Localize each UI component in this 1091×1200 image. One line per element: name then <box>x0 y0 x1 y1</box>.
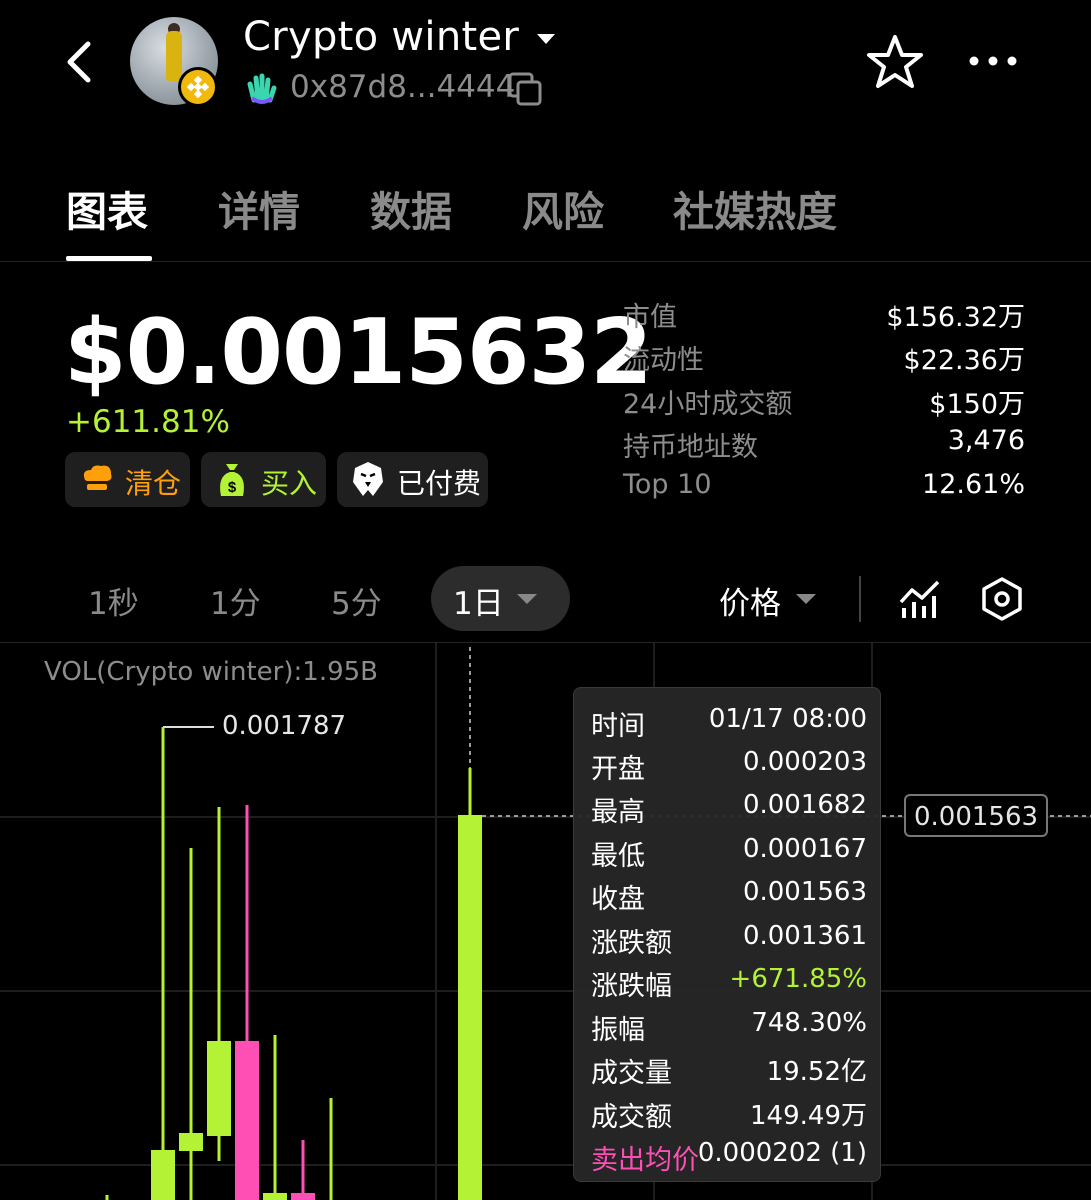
tooltip-row: 涨跌额 0.001361 <box>574 921 882 961</box>
liquidity-value: $22.36万 <box>903 345 1025 376</box>
eagle-icon <box>353 462 383 496</box>
crosshair-price-tag: 0.001563 <box>904 794 1048 837</box>
tooltip-value: 0.001361 <box>742 921 867 951</box>
crosshair-price-value: 0.001563 <box>913 802 1039 832</box>
tooltip-key: 最高 <box>591 797 645 828</box>
timeframe-1s[interactable]: 1秒 <box>88 578 139 623</box>
max-price-label: 0.001787 <box>222 711 347 741</box>
volume-24h-label: 24小时成交额 <box>623 389 793 420</box>
tooltip-value: 149.49万 <box>750 1101 867 1131</box>
price-change: +611.81% <box>66 404 230 440</box>
active-tab-indicator <box>66 256 152 261</box>
tooltip-row: 开盘 0.000203 <box>574 747 882 787</box>
buy-label: 买入 <box>261 467 318 500</box>
timeframe-1d-label: 1日 <box>453 586 504 622</box>
tooltip-value: +671.85% <box>729 964 867 994</box>
chart-canvas <box>0 643 1091 1200</box>
candlestick-chart[interactable]: VOL(Crypto winter):1.95B 0.001787 0.0015… <box>0 642 1091 1200</box>
tooltip-value: 0.001563 <box>742 877 867 907</box>
tooltip-row: 时间 01/17 08:00 <box>574 704 882 744</box>
token-title[interactable]: Crypto winter <box>243 14 519 60</box>
tab-social-heat[interactable]: 社媒热度 <box>673 178 837 238</box>
hand-wave-icon <box>247 73 277 104</box>
settings-icon[interactable] <box>980 576 1024 622</box>
tooltip-row: 振幅 748.30% <box>574 1008 882 1048</box>
copy-icon[interactable] <box>508 72 542 106</box>
back-button[interactable] <box>62 40 102 84</box>
holders-value: 3,476 <box>947 425 1025 456</box>
star-icon[interactable] <box>866 34 924 90</box>
current-price: $0.0015632 <box>64 300 653 405</box>
market-cap-label: 市值 <box>623 302 677 333</box>
candle <box>235 805 259 1200</box>
tooltip-value: 748.30% <box>751 1008 867 1038</box>
tooltip-value: 0.000202 (1) <box>697 1138 867 1168</box>
money-bag-icon: $ <box>220 464 244 496</box>
buy-button[interactable]: $ 买入 <box>201 452 326 507</box>
candle <box>207 807 231 1161</box>
timeframe-1m[interactable]: 1分 <box>210 578 261 623</box>
sell-all-button[interactable]: 清仓 <box>65 452 190 507</box>
tab-data[interactable]: 数据 <box>370 178 452 238</box>
tooltip-row: 收盘 0.001563 <box>574 877 882 917</box>
liquidity-label: 流动性 <box>623 345 704 376</box>
tooltip-key: 涨跌额 <box>591 928 672 959</box>
tooltip-key: 时间 <box>591 711 645 742</box>
tooltip-row: 成交额 149.49万 <box>574 1095 882 1135</box>
tooltip-key: 振幅 <box>591 1015 645 1046</box>
tooltip-key: 涨跌幅 <box>591 971 672 1002</box>
chef-hat-icon <box>83 465 112 490</box>
tooltip-row: 成交量 19.52亿 <box>574 1051 882 1091</box>
tooltip-key: 开盘 <box>591 754 645 785</box>
tab-bar: 图表 详情 数据 风险 社媒热度 <box>0 170 1091 262</box>
tooltip-value: 0.000167 <box>742 834 867 864</box>
svg-text:$: $ <box>228 479 237 496</box>
chevron-down-icon[interactable] <box>796 594 816 604</box>
volume-24h-value: $150万 <box>929 389 1025 420</box>
ohlc-tooltip: 时间 01/17 08:00 开盘 0.000203 最高 0.001682 最… <box>573 687 881 1182</box>
tooltip-value: 0.000203 <box>742 747 867 777</box>
tooltip-row: 最低 0.000167 <box>574 834 882 874</box>
holders-label: 持币地址数 <box>623 432 758 463</box>
candle <box>291 1140 315 1200</box>
divider <box>859 576 861 622</box>
tab-chart[interactable]: 图表 <box>66 178 148 238</box>
candle <box>151 727 175 1200</box>
tooltip-key: 成交额 <box>591 1102 672 1133</box>
tooltip-key: 卖出均价 <box>591 1145 699 1176</box>
tooltip-value: 0.001682 <box>742 790 867 820</box>
tooltip-key: 成交量 <box>591 1058 672 1089</box>
candle <box>263 1035 287 1200</box>
indicators-icon[interactable] <box>898 578 942 620</box>
contract-address: 0x87d8...4444 <box>290 69 516 105</box>
paid-label: 已付费 <box>397 467 482 500</box>
tooltip-row: 最高 0.001682 <box>574 790 882 830</box>
timeframe-1d-selector[interactable]: 1日 <box>431 566 570 631</box>
timeframe-5m[interactable]: 5分 <box>331 578 382 623</box>
bnb-chain-icon <box>178 67 218 107</box>
more-icon[interactable] <box>966 52 1020 70</box>
candle-selected <box>458 768 482 1200</box>
tooltip-row: 涨跌幅 +671.85% <box>574 964 882 1004</box>
sell-all-label: 清仓 <box>125 467 182 500</box>
tooltip-value: 19.52亿 <box>766 1057 867 1087</box>
chevron-left-icon <box>67 41 91 83</box>
volume-label: VOL(Crypto winter):1.95B <box>44 657 379 687</box>
top10-value: 12.61% <box>922 469 1025 500</box>
tooltip-value: 01/17 08:00 <box>708 704 867 734</box>
price-type-selector[interactable]: 价格 <box>719 578 781 623</box>
tooltip-key: 收盘 <box>591 884 645 915</box>
candle <box>179 848 203 1200</box>
title-dropdown-icon[interactable] <box>537 34 555 44</box>
top10-label: Top 10 <box>623 469 712 500</box>
tab-details[interactable]: 详情 <box>218 178 300 238</box>
tab-risk[interactable]: 风险 <box>522 178 604 238</box>
tooltip-key: 最低 <box>591 841 645 872</box>
market-cap-value: $156.32万 <box>886 302 1025 333</box>
tooltip-row: 卖出均价 0.000202 (1) <box>574 1138 882 1178</box>
paid-button[interactable]: 已付费 <box>337 452 488 507</box>
chevron-down-icon <box>517 594 537 604</box>
